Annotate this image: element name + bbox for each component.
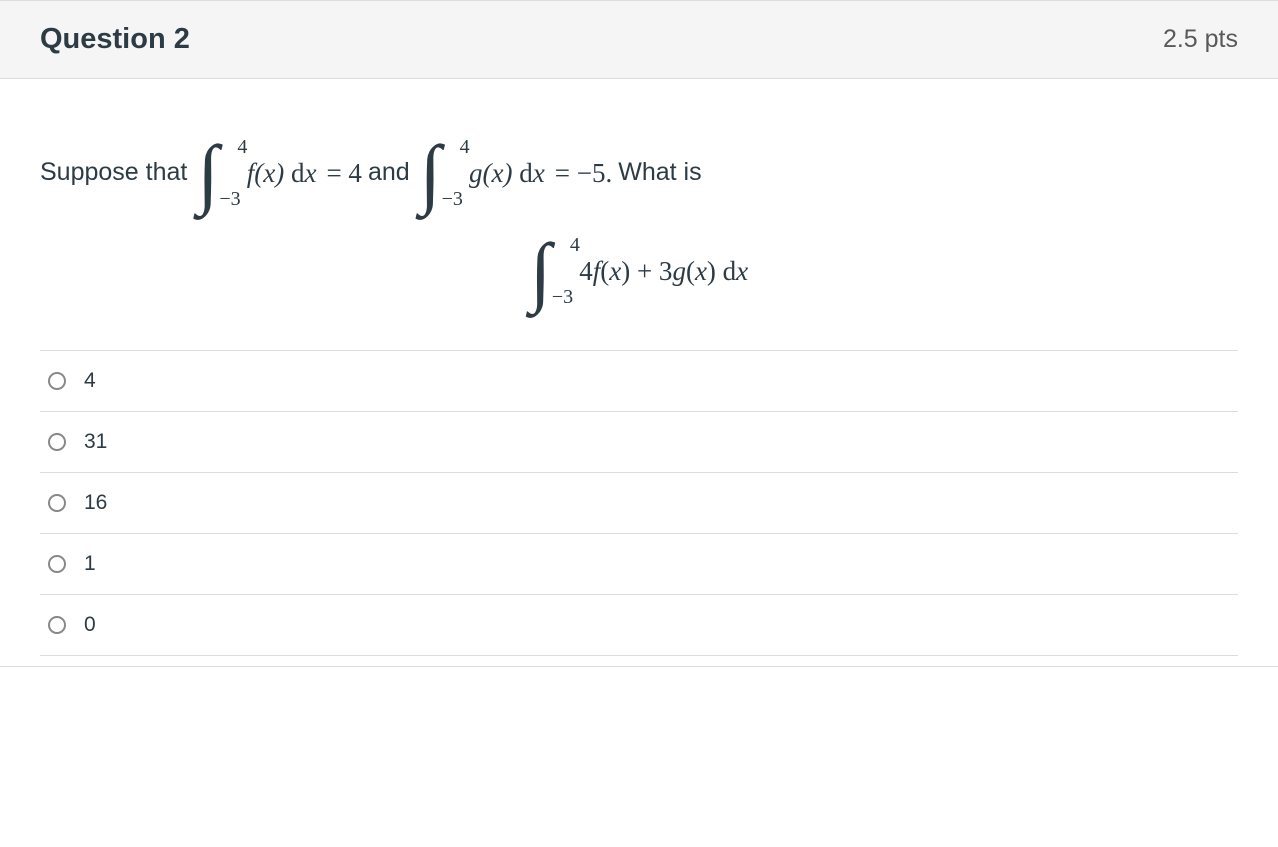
- answer-option[interactable]: 0: [40, 594, 1238, 656]
- question-title: Question 2: [40, 23, 190, 56]
- integral-sign-icon: ∫: [530, 232, 551, 310]
- answer-option[interactable]: 16: [40, 472, 1238, 533]
- answer-label: 16: [84, 491, 107, 515]
- integral-sign-icon: ∫: [420, 134, 441, 212]
- answer-radio[interactable]: [48, 433, 66, 451]
- prompt-lead: Suppose that: [40, 154, 187, 192]
- answer-radio[interactable]: [48, 494, 66, 512]
- int1-lower: −3: [219, 184, 240, 214]
- int3-lower: −3: [552, 282, 573, 312]
- question-card: Question 2 2.5 pts Suppose that ∫ 4 −3 f…: [0, 0, 1278, 667]
- prompt-line-1: Suppose that ∫ 4 −3 f(x) dx = 4 and ∫ 4 …: [40, 134, 1238, 212]
- int1-rhs: = 4: [326, 153, 361, 194]
- prompt-line-2: ∫ 4 −3 4f(x) + 3g(x) dx: [40, 232, 1238, 310]
- answer-label: 4: [84, 369, 96, 393]
- prompt-mid: and: [368, 154, 410, 192]
- answer-label: 31: [84, 430, 107, 454]
- int3-upper: 4: [570, 230, 580, 260]
- integral-sign-icon: ∫: [197, 134, 218, 212]
- question-header: Question 2 2.5 pts: [0, 1, 1278, 79]
- answer-label: 0: [84, 613, 96, 637]
- integral-f: ∫ 4 −3 f(x) dx: [197, 134, 316, 212]
- int1-upper: 4: [237, 132, 247, 162]
- int2-integrand: g(x) dx: [469, 153, 545, 194]
- question-body: Suppose that ∫ 4 −3 f(x) dx = 4 and ∫ 4 …: [0, 79, 1278, 666]
- integral-combined: ∫ 4 −3 4f(x) + 3g(x) dx: [530, 232, 748, 310]
- answer-label: 1: [84, 552, 96, 576]
- prompt-tail: What is: [618, 154, 701, 192]
- int1-integrand: f(x) dx: [247, 153, 317, 194]
- answer-radio[interactable]: [48, 372, 66, 390]
- int2-upper: 4: [460, 132, 470, 162]
- answer-option[interactable]: 1: [40, 533, 1238, 594]
- answer-radio[interactable]: [48, 555, 66, 573]
- answer-radio[interactable]: [48, 616, 66, 634]
- answer-option[interactable]: 31: [40, 411, 1238, 472]
- int2-rhs: = −5.: [555, 153, 612, 194]
- question-points: 2.5 pts: [1163, 25, 1238, 54]
- integral-g: ∫ 4 −3 g(x) dx: [420, 134, 545, 212]
- answer-option[interactable]: 4: [40, 350, 1238, 411]
- int3-integrand: 4f(x) + 3g(x) dx: [579, 251, 748, 292]
- question-prompt: Suppose that ∫ 4 −3 f(x) dx = 4 and ∫ 4 …: [40, 134, 1238, 310]
- int2-lower: −3: [442, 184, 463, 214]
- answer-list: 4 31 16 1 0: [40, 350, 1238, 656]
